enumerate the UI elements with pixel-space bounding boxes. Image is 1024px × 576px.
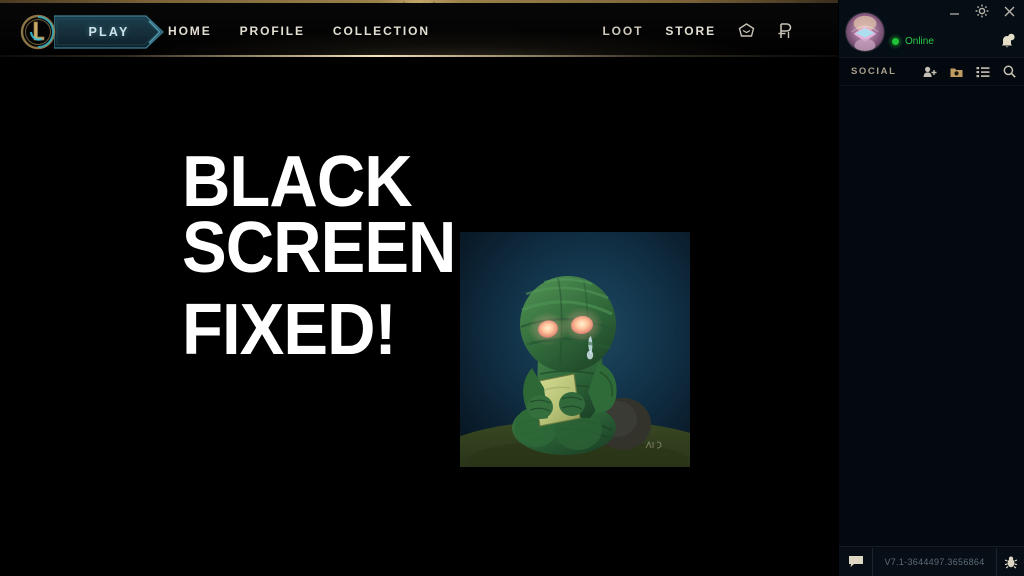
hextech-chest-icon[interactable] <box>738 23 755 38</box>
nav-link-loot[interactable]: LOOT <box>602 24 643 38</box>
amumu-summoner-icon-art <box>460 232 690 467</box>
bell-icon[interactable] <box>999 33 1015 54</box>
chat-icon[interactable] <box>839 547 873 576</box>
top-navigation-bar: PLAY HOME PROFILE COLLECTION LOOT STORE <box>0 3 838 61</box>
league-client-window: PLAY HOME PROFILE COLLECTION LOOT STORE <box>0 0 1024 576</box>
social-panel-footer: V7.1-3644497.3656864 <box>839 546 1024 576</box>
social-panel-header: Online <box>839 0 1024 58</box>
social-panel: Online SOCIAL V7.1-3644497.3656864 <box>838 0 1024 576</box>
social-actions <box>923 65 1016 78</box>
status-label: Online <box>905 36 934 47</box>
social-header-bar: SOCIAL <box>839 58 1024 86</box>
bug-report-icon[interactable] <box>996 547 1024 576</box>
status-dot-icon <box>891 37 900 46</box>
friend-list-icon[interactable] <box>976 66 990 78</box>
minimize-icon[interactable] <box>948 5 961 18</box>
league-logo-icon[interactable] <box>18 13 58 51</box>
summoner-avatar[interactable] <box>845 12 885 52</box>
play-button[interactable]: PLAY <box>54 15 164 49</box>
gear-icon[interactable] <box>975 4 989 18</box>
nav-link-home[interactable]: HOME <box>168 24 212 38</box>
friends-list-body[interactable] <box>839 86 1024 546</box>
play-group: PLAY <box>18 13 164 51</box>
main-content: BLACK SCREEN FIXED! <box>0 57 838 576</box>
inbox-folder-icon[interactable] <box>950 66 963 78</box>
social-title: SOCIAL <box>851 66 897 77</box>
add-friend-icon[interactable] <box>923 66 937 78</box>
status-badge[interactable]: Online <box>891 36 934 47</box>
nav-links: HOME PROFILE COLLECTION <box>168 3 430 58</box>
search-icon[interactable] <box>1003 65 1016 78</box>
client-version: V7.1-3644497.3656864 <box>884 556 985 567</box>
riot-points-icon[interactable] <box>777 22 792 39</box>
nav-right-group: LOOT STORE <box>602 3 792 58</box>
play-button-label: PLAY <box>88 25 130 39</box>
nav-link-collection[interactable]: COLLECTION <box>333 24 430 38</box>
close-icon[interactable] <box>1003 5 1016 18</box>
window-controls <box>948 4 1016 18</box>
client-main-area: PLAY HOME PROFILE COLLECTION LOOT STORE <box>0 0 838 576</box>
nav-link-store[interactable]: STORE <box>665 24 716 38</box>
headline-line-1: BLACK SCREEN <box>182 142 456 289</box>
nav-link-profile[interactable]: PROFILE <box>240 24 305 38</box>
